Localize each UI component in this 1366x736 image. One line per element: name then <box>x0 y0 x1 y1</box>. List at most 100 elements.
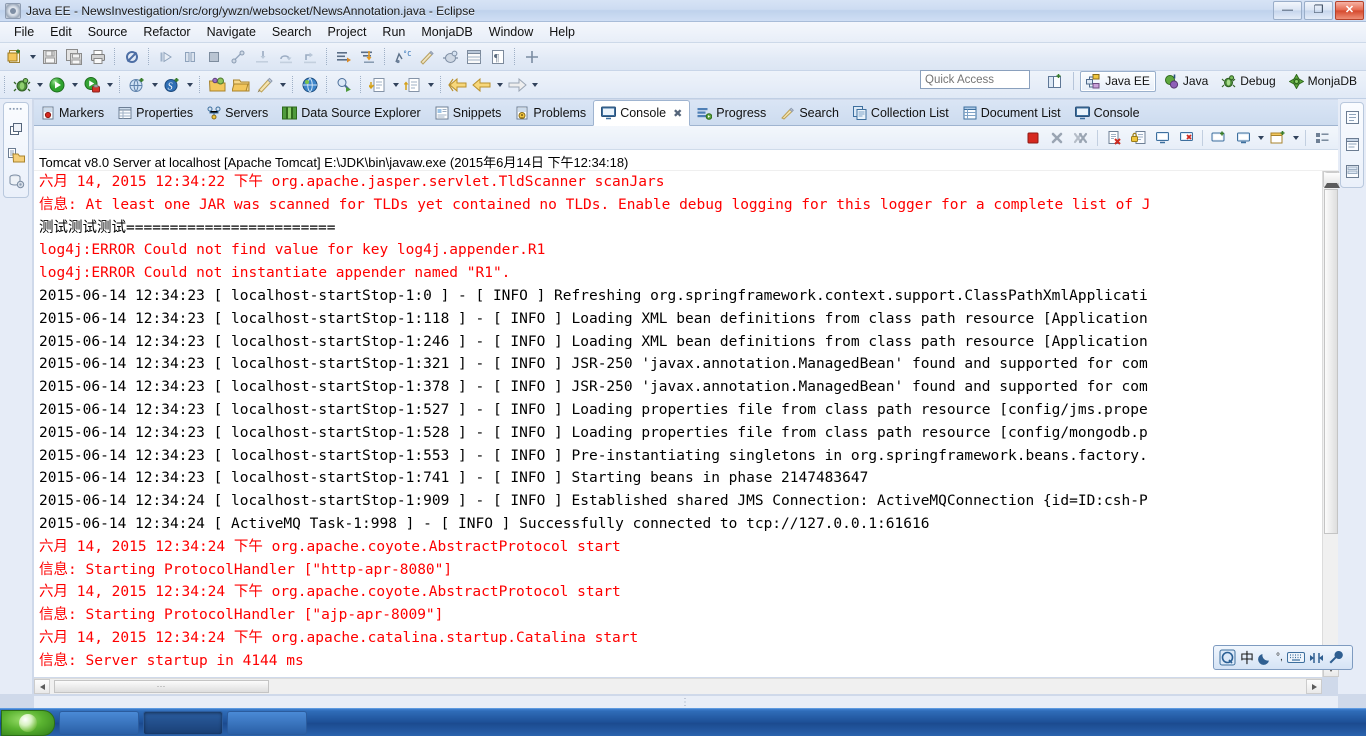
rail-drag-handle[interactable]: ▪▪▪▪ <box>9 106 23 113</box>
tab-collection-list[interactable]: Collection List <box>846 100 956 125</box>
view-menu-icon[interactable] <box>1312 128 1332 148</box>
open-perspective-button[interactable] <box>1044 70 1066 92</box>
resume-icon[interactable] <box>155 46 177 68</box>
save-icon[interactable] <box>39 46 61 68</box>
open-task-icon[interactable] <box>357 46 379 68</box>
restore-view-icon[interactable] <box>6 119 26 139</box>
minimize-button[interactable]: — <box>1273 1 1302 20</box>
tab-snippets[interactable]: Snippets <box>428 100 509 125</box>
run-icon[interactable] <box>46 74 68 96</box>
open-type-icon[interactable] <box>333 46 355 68</box>
new-element-icon[interactable] <box>521 46 543 68</box>
search-refactor-icon[interactable] <box>333 74 355 96</box>
moon-icon[interactable] <box>1258 648 1272 667</box>
open-console-dropdown-icon[interactable] <box>1233 128 1253 148</box>
open-resource-icon[interactable] <box>206 74 228 96</box>
open-console-chevron-down-icon[interactable] <box>1255 128 1266 148</box>
menu-item-monjadb[interactable]: MonjaDB <box>413 23 480 41</box>
pin-console-icon[interactable] <box>1152 128 1172 148</box>
remove-launch-icon[interactable] <box>1047 128 1067 148</box>
tab-progress[interactable]: Progress <box>690 100 773 125</box>
console-vertical-scrollbar[interactable] <box>1322 171 1340 677</box>
tab-markers[interactable]: Markers <box>34 100 111 125</box>
perspective-debug[interactable]: Debug <box>1216 72 1280 91</box>
previous-annotation-dropdown-arrow[interactable] <box>425 75 436 95</box>
perspective-java-ee[interactable]: Java EE <box>1080 70 1156 92</box>
tab-properties[interactable]: Properties <box>111 100 200 125</box>
disconnect-icon[interactable] <box>227 46 249 68</box>
step-over-icon[interactable] <box>275 46 297 68</box>
taskbar-item[interactable] <box>227 710 307 735</box>
soft-keyboard-icon[interactable] <box>1286 648 1305 667</box>
skip-all-breakpoints-icon[interactable] <box>121 46 143 68</box>
back-history-icon[interactable] <box>471 74 493 96</box>
table-icon[interactable] <box>463 46 485 68</box>
new-console-view-icon[interactable] <box>1268 128 1288 148</box>
full-width-icon[interactable] <box>1309 648 1324 667</box>
display-selected-console-icon[interactable] <box>1176 128 1196 148</box>
menu-item-file[interactable]: File <box>6 23 42 41</box>
tab-close-icon[interactable]: ✖ <box>673 107 682 120</box>
forward-dropdown-arrow[interactable] <box>529 75 540 95</box>
menu-item-run[interactable]: Run <box>374 23 413 41</box>
tab-servers[interactable]: Servers <box>200 100 275 125</box>
debug-dropdown-arrow[interactable] <box>34 75 45 95</box>
save-all-icon[interactable] <box>63 46 85 68</box>
run-coverage-dropdown-arrow[interactable] <box>104 75 115 95</box>
open-folder-icon[interactable] <box>230 74 252 96</box>
menu-item-navigate[interactable]: Navigate <box>199 23 264 41</box>
debug-icon[interactable] <box>11 74 33 96</box>
tab-data-source-explorer[interactable]: Data Source Explorer <box>275 100 428 125</box>
scroll-right-button[interactable] <box>1306 679 1322 694</box>
vertical-scrollbar-thumb[interactable] <box>1324 189 1338 534</box>
palette-icon[interactable] <box>1342 161 1362 181</box>
settings-wrench-icon[interactable] <box>1328 648 1343 667</box>
terminate-icon[interactable] <box>1023 128 1043 148</box>
back-icon[interactable] <box>447 74 469 96</box>
task-list-icon[interactable] <box>1342 134 1362 154</box>
project-explorer-icon[interactable] <box>6 145 26 165</box>
console-horizontal-scrollbar[interactable]: ⋯ <box>34 678 1322 694</box>
remove-all-terminated-icon[interactable] <box>1071 128 1091 148</box>
new-console-chevron-down-icon[interactable] <box>1290 128 1301 148</box>
new-web-project-icon[interactable] <box>126 74 148 96</box>
outline-view-icon[interactable] <box>1342 107 1362 127</box>
new-file-dropdown-arrow[interactable] <box>27 47 38 67</box>
start-button[interactable] <box>1 709 55 736</box>
menu-item-refactor[interactable]: Refactor <box>135 23 198 41</box>
next-annotation-dropdown-arrow[interactable] <box>390 75 401 95</box>
scroll-up-button[interactable] <box>1323 171 1340 188</box>
measure-icon[interactable] <box>415 46 437 68</box>
terminate-icon[interactable] <box>203 46 225 68</box>
new-server-dropdown-arrow[interactable] <box>184 75 195 95</box>
data-source-explorer-icon[interactable] <box>6 171 26 191</box>
scroll-left-button[interactable] <box>34 679 50 694</box>
tab-document-list[interactable]: Document List <box>956 100 1068 125</box>
menu-item-search[interactable]: Search <box>264 23 320 41</box>
perspective-java[interactable]: Java <box>1159 72 1213 91</box>
paragraph-icon[interactable]: ¶ <box>487 46 509 68</box>
menu-item-project[interactable]: Project <box>320 23 375 41</box>
console-output[interactable]: 六月 14, 2015 12:34:22 下午 org.apache.jaspe… <box>34 171 1322 677</box>
new-server-icon[interactable]: S <box>161 74 183 96</box>
open-console-icon[interactable] <box>1209 128 1229 148</box>
ime-logo-icon[interactable] <box>1219 648 1236 667</box>
view-sash-handle[interactable]: ⋮ <box>34 696 1338 708</box>
tab-problems[interactable]: Problems <box>508 100 593 125</box>
taskbar-item[interactable] <box>59 710 139 735</box>
edit-pen-icon[interactable] <box>254 74 276 96</box>
forward-icon[interactable] <box>506 74 528 96</box>
horizontal-scrollbar-thumb[interactable]: ⋯ <box>54 680 269 693</box>
suspend-icon[interactable] <box>179 46 201 68</box>
previous-annotation-icon[interactable] <box>402 74 424 96</box>
back-history-dropdown-arrow[interactable] <box>494 75 505 95</box>
run-coverage-icon[interactable] <box>81 74 103 96</box>
debug-build-icon[interactable] <box>439 46 461 68</box>
print-icon[interactable] <box>87 46 109 68</box>
menu-item-source[interactable]: Source <box>80 23 136 41</box>
scroll-lock-icon[interactable] <box>1128 128 1148 148</box>
menu-item-window[interactable]: Window <box>481 23 541 41</box>
menu-item-help[interactable]: Help <box>541 23 583 41</box>
new-web-project-dropdown-arrow[interactable] <box>149 75 160 95</box>
tab-console[interactable]: Console <box>1068 100 1147 125</box>
